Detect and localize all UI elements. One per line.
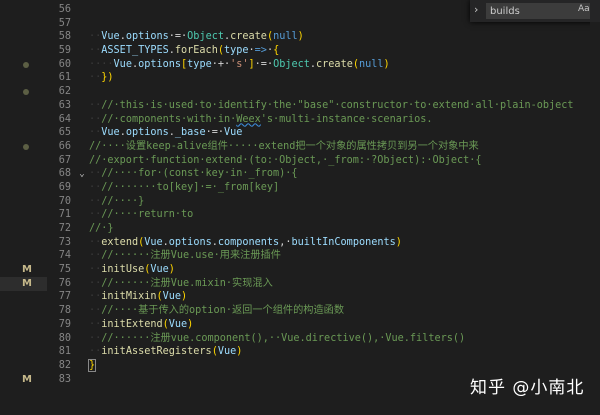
code-line[interactable]: 58 ··Vue.options·=·Object.create(null) [47,30,574,44]
modified-letter: M [22,264,32,276]
code-text: ··//·this·is·used·to·identify·the·"base"… [89,99,574,111]
code-line[interactable]: 60 ····Vue.options[type·+·'s']·=·Object.c… [47,58,574,72]
line-number: 73 [58,236,71,248]
code-text: ··//······注册Vue.mixin·实现混入 [89,277,273,289]
code-line[interactable]: 73 ··extend(Vue.options.components,·built… [47,236,574,250]
code-line[interactable]: 66 //····设置keep-alive组件·····extend把一个对象的属… [47,140,574,154]
code-line[interactable]: 67 //·export·function·extend·(to:·Object,… [47,154,574,168]
code-line[interactable]: 81 ··initAssetRegisters(Vue) [47,345,574,359]
line-number: 57 [58,17,71,29]
dot-icon [23,144,29,150]
line-number: 81 [58,346,71,358]
code-text: ····Vue.options[type·+·'s']·=·Object.cre… [89,58,390,70]
line-number: 79 [58,318,71,330]
code-line[interactable]: 79 ··initExtend(Vue) [47,318,574,332]
line-number: 80 [58,332,71,344]
code-text: ··//····return·to [89,209,194,221]
line-number: 78 [58,305,71,317]
code-text: ··//····基于传入的option·返回一个组件的构造函数 [89,305,345,317]
code-line[interactable]: 65 ··Vue.options._base·=·Vue [47,126,574,140]
code-line[interactable]: 61 ··}) [47,71,574,85]
code-text: ··}) [89,72,114,84]
fold-chevron-icon[interactable]: ⌄ [75,168,89,182]
scm-modified-marker[interactable]: M [0,263,47,277]
line-number: 83 [58,373,71,385]
code-text: ··//····} [89,195,145,207]
line-number: 59 [58,45,71,57]
line-number: 60 [58,58,71,70]
line-number: 72 [58,223,71,234]
scm-change-dot[interactable] [0,140,47,154]
code-editor[interactable]: MMM 56 57 58 ··Vue.options·=·Object.create(… [0,0,600,415]
code-line[interactable]: 68 ⌄ ··//····for·(const·key·in·_from)·{ [47,167,574,181]
line-number: 56 [58,4,71,15]
dot-icon [23,61,29,68]
code-line[interactable]: 72 //·} [47,222,574,236]
code-line[interactable]: 63 ··//·this·is·used·to·identify·the·"bas… [47,99,574,113]
code-text: ··//······注册Vue.use·用来注册插件 [89,250,281,262]
code-line[interactable]: 62 [47,85,574,99]
line-number: 66 [58,140,71,152]
line-number: 82 [58,359,71,371]
scm-change-dot[interactable] [0,85,47,99]
line-number: 77 [58,291,71,303]
code-text: ··initUse(Vue) [89,264,175,276]
find-input[interactable] [486,3,590,19]
code-text: ··initMixin(Vue) [89,291,188,303]
code-text: ··//····for·(const·key·in·_from)·{ [89,168,298,180]
scm-gutter: MMM [0,0,47,415]
code-text: //····设置keep-alive组件·····extend把一个对象的属性拷… [89,140,479,152]
line-number: 69 [58,181,71,193]
dot-icon [23,89,29,96]
code-line[interactable]: 59 ··ASSET_TYPES.forEach(type·=>·{ [47,44,574,58]
code-text: ··//······注册vue.component(),··Vue.direct… [89,332,466,344]
code-line[interactable]: 82} [47,358,574,373]
scm-modified-marker[interactable]: M [0,277,47,291]
code-lines[interactable]: 56 57 58 ··Vue.options·=·Object.create(null… [47,3,574,386]
code-text: ··ASSET_TYPES.forEach(type·=>·{ [89,45,280,57]
line-number: 75 [58,264,71,276]
code-text: //·export·function·extend·(to:·Object,·_… [89,154,482,166]
code-line[interactable]: 70 ··//····} [47,195,574,209]
code-text: ··//·······to[key]·=·_from[key] [89,181,280,193]
scm-change-dot[interactable] [0,58,47,72]
line-number: 74 [58,250,71,262]
line-number: 62 [58,86,71,98]
match-case-toggle[interactable]: Aa [578,4,590,14]
code-line[interactable]: 69 ··//·······to[key]·=·_from[key] [47,181,574,195]
code-line[interactable]: 76 ··//······注册Vue.mixin·实现混入 [47,277,574,291]
code-line[interactable]: 78 ··//····基于传入的option·返回一个组件的构造函数 [47,304,574,318]
line-number: 76 [58,277,71,289]
code-line[interactable]: 75 ··initUse(Vue) [47,263,574,277]
code-text: ··initExtend(Vue) [89,318,194,330]
line-number: 67 [58,154,71,166]
chevron-right-icon[interactable]: › [474,3,478,16]
code-line[interactable]: 77 ··initMixin(Vue) [47,290,574,304]
line-number: 64 [58,113,71,125]
vertical-scrollbar[interactable] [590,22,600,415]
line-number: 68 [58,168,71,180]
code-text: } [87,358,97,372]
watermark: 知乎 @小南北 [470,378,585,398]
code-text: ··Vue.options·=·Object.create(null) [89,31,304,43]
code-text: ··//·components·with·in·Weex's·multi-ins… [89,113,433,125]
code-text: ··initAssetRegisters(Vue) [89,346,243,358]
code-line[interactable]: 71 ··//····return·to [47,208,574,222]
code-text: //·} [89,223,114,234]
modified-letter: M [22,373,32,385]
code-line[interactable]: 64 ··//·components·with·in·Weex's·multi-i… [47,113,574,127]
line-number: 71 [58,209,71,221]
scm-modified-marker[interactable]: M [0,373,47,387]
line-number: 70 [58,195,71,207]
modified-letter: M [22,278,32,289]
line-number: 58 [58,31,71,43]
line-number: 65 [58,127,71,139]
code-line[interactable]: 74 ··//······注册Vue.use·用来注册插件 [47,249,574,263]
line-number: 61 [58,72,71,84]
code-line[interactable]: 80 ··//······注册vue.component(),··Vue.dire… [47,332,574,346]
line-number: 63 [58,99,71,111]
code-text: ··Vue.options._base·=·Vue [89,127,243,139]
code-text: ··extend(Vue.options.components,·builtIn… [89,236,402,248]
